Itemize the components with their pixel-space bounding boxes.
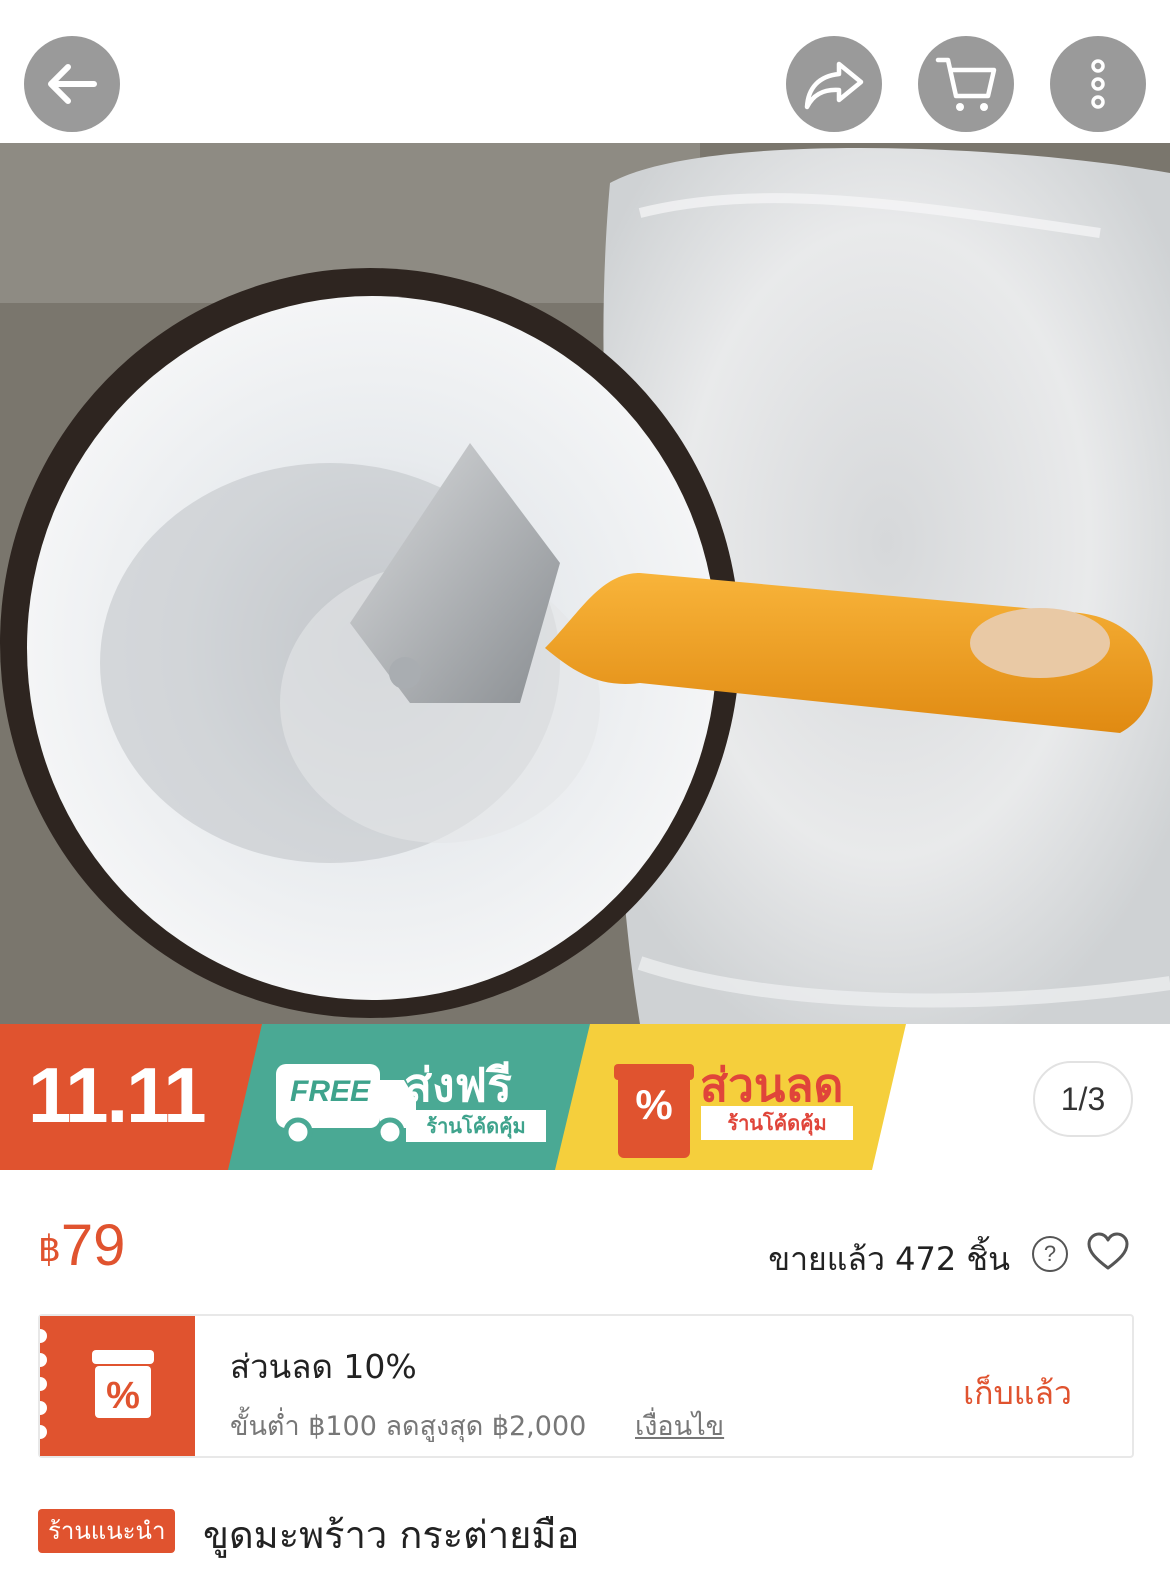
more-button[interactable] [1050, 36, 1146, 132]
event-label: 11.11 [28, 1051, 207, 1139]
discount-tag: ร้านโค้ดคุ้ม [701, 1106, 853, 1140]
price: ฿79 [38, 1212, 125, 1279]
back-button[interactable] [24, 36, 120, 132]
recommended-shop-badge: ร้านแนะนำ [38, 1509, 176, 1553]
svg-text:%: % [106, 1375, 140, 1417]
product-title: ขูดมะพร้าว กระต่ายมือ [203, 1513, 580, 1557]
arrow-left-icon [48, 64, 97, 104]
voucher-terms-link[interactable]: เงื่อนไข [635, 1404, 724, 1447]
image-page-indicator: 1/3 [1033, 1061, 1133, 1137]
voucher-icon-panel: % [40, 1316, 195, 1456]
price-amount: 79 [60, 1213, 126, 1278]
price-currency: ฿ [38, 1228, 61, 1269]
heart-icon[interactable] [1086, 1232, 1130, 1272]
cart-icon [935, 57, 997, 111]
voucher-claimed-status[interactable]: เก็บแล้ว [963, 1368, 1072, 1419]
percent-shop-icon: % [635, 1081, 673, 1128]
share-icon [804, 61, 864, 110]
voucher-card[interactable]: % ส่วนลด 10% ขั้นต่ำ ฿100 ลดสูงสุด ฿2,00… [38, 1314, 1134, 1458]
sold-count: ขายแล้ว 472 ชิ้น [768, 1240, 1010, 1278]
share-button[interactable] [786, 36, 882, 132]
product-image[interactable] [0, 143, 1170, 1024]
free-shipping-tag: ร้านโค้ดคุ้ม [406, 1110, 546, 1142]
more-vertical-icon [1091, 59, 1105, 109]
help-icon[interactable]: ? [1032, 1236, 1068, 1272]
voucher-title: ส่วนลด 10% [230, 1347, 417, 1386]
top-bar [0, 0, 1170, 143]
free-label: FREE [290, 1075, 371, 1108]
product-page: 11.11 FREE ส่งฟรี ร้านโค้ดคุ้ม % ส่วนลด … [0, 0, 1170, 1584]
voucher-condition: ขั้นต่ำ ฿100 ลดสูงสุด ฿2,000 [230, 1411, 587, 1442]
cart-button[interactable] [918, 36, 1014, 132]
